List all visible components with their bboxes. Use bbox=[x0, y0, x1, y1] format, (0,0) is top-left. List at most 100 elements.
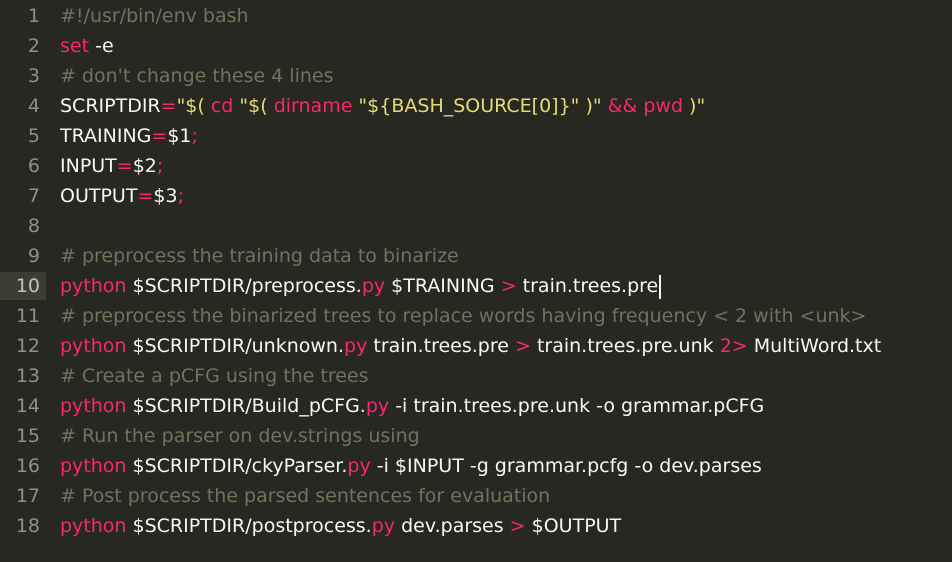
text-cursor bbox=[659, 274, 662, 299]
line-content[interactable]: TRAINING=$1; bbox=[60, 121, 198, 151]
line-number: 7 bbox=[27, 185, 40, 207]
token-comment: # don't change these 4 lines bbox=[60, 65, 334, 87]
token-comment: # Run the parser on dev.strings using bbox=[60, 425, 420, 447]
token-plain: $3 bbox=[153, 185, 178, 207]
token-plain: MultiWord.txt bbox=[747, 335, 882, 357]
code-editor[interactable]: 1 #!/usr/bin/env bash 2 set -e 3 # don't chan… bbox=[0, 0, 952, 562]
token-keyword: > bbox=[509, 515, 526, 537]
line-number: 4 bbox=[27, 95, 40, 117]
code-line[interactable]: 18 python $SCRIPTDIR/postprocess.py dev.p… bbox=[0, 511, 952, 541]
token-plain: TRAINING bbox=[60, 125, 152, 147]
token-plain: -e bbox=[89, 35, 114, 57]
code-line[interactable]: 14 python $SCRIPTDIR/Build_pCFG.py -i tra… bbox=[0, 391, 952, 421]
token-plain: $1 bbox=[167, 125, 192, 147]
token-plain: $SCRIPTDIR/postprocess. bbox=[126, 515, 372, 537]
code-line[interactable]: 13 # Create a pCFG using the trees bbox=[0, 361, 952, 391]
code-line[interactable]: 8 bbox=[0, 211, 952, 241]
token-plain: $SCRIPTDIR/ckyParser. bbox=[126, 455, 348, 477]
line-content[interactable]: # Run the parser on dev.strings using bbox=[60, 421, 420, 451]
line-number: 2 bbox=[27, 35, 40, 57]
token-plain: OUTPUT bbox=[60, 185, 138, 207]
line-number: 15 bbox=[15, 425, 40, 447]
line-content[interactable]: INPUT=$2; bbox=[60, 151, 163, 181]
line-content[interactable]: OUTPUT=$3; bbox=[60, 181, 184, 211]
token-keyword: python bbox=[60, 395, 127, 417]
line-content[interactable]: # Create a pCFG using the trees bbox=[60, 361, 369, 391]
token-plain: $2 bbox=[132, 155, 157, 177]
line-number: 3 bbox=[27, 65, 40, 87]
code-line[interactable]: 17 # Post process the parsed sentences fo… bbox=[0, 481, 952, 511]
token-keyword: dirname bbox=[273, 95, 353, 117]
token-keyword: > bbox=[514, 335, 531, 357]
code-line[interactable]: 16 python $SCRIPTDIR/ckyParser.py -i $INP… bbox=[0, 451, 952, 481]
token-keyword: ; bbox=[191, 125, 198, 147]
token-keyword: python bbox=[60, 335, 127, 357]
line-number: 13 bbox=[15, 365, 40, 387]
code-line[interactable]: 7 OUTPUT=$3; bbox=[0, 181, 952, 211]
token-plain: -i train.trees.pre.unk -o grammar.pCFG bbox=[389, 395, 765, 417]
code-line[interactable]: 1 #!/usr/bin/env bash bbox=[0, 1, 952, 31]
line-content[interactable]: SCRIPTDIR="$( cd "$( dirname "${BASH_SOU… bbox=[60, 91, 705, 121]
token-plain: $SCRIPTDIR/preprocess. bbox=[126, 275, 362, 297]
token-comment: # preprocess the binarized trees to repl… bbox=[60, 305, 867, 327]
token-plain: $OUTPUT bbox=[525, 515, 622, 537]
token-comment: # preprocess the training data to binari… bbox=[60, 245, 459, 267]
token-plain: $SCRIPTDIR/Build_pCFG. bbox=[126, 395, 366, 417]
token-plain: -i $INPUT -g grammar.pcfg -o dev.parses bbox=[370, 455, 762, 477]
token-plain: SCRIPTDIR bbox=[60, 95, 161, 117]
token-plain: train.trees.pre bbox=[516, 275, 659, 297]
line-content[interactable]: # Post process the parsed sentences for … bbox=[60, 481, 550, 511]
code-line[interactable]: 11 # preprocess the binarized trees to re… bbox=[0, 301, 952, 331]
code-line[interactable]: 4 SCRIPTDIR="$( cd "$( dirname "${BASH_SO… bbox=[0, 91, 952, 121]
code-line[interactable]: 10 python $SCRIPTDIR/preprocess.py $TRAIN… bbox=[0, 271, 952, 301]
token-comment: # Post process the parsed sentences for … bbox=[60, 485, 551, 507]
code-line[interactable]: 2 set -e bbox=[0, 31, 952, 61]
line-number: 1 bbox=[27, 5, 40, 27]
code-line[interactable]: 9 # preprocess the training data to binar… bbox=[0, 241, 952, 271]
token-comment: #!/usr/bin/env bash bbox=[60, 5, 249, 27]
line-number: 17 bbox=[15, 485, 40, 507]
token-keyword: && bbox=[607, 95, 638, 117]
token-keyword: py bbox=[347, 455, 371, 477]
token-keyword: set bbox=[60, 35, 90, 57]
token-plain: train.trees.pre.unk bbox=[530, 335, 720, 357]
line-content[interactable]: #!/usr/bin/env bash bbox=[60, 1, 249, 31]
line-content[interactable]: # preprocess the training data to binari… bbox=[60, 241, 459, 271]
token-comment: # Create a pCFG using the trees bbox=[60, 365, 369, 387]
token-keyword: cd bbox=[210, 95, 234, 117]
token-string: "$( bbox=[176, 95, 211, 117]
line-number: 16 bbox=[15, 455, 40, 477]
token-string: "${BASH_SOURCE[0]}" )" bbox=[352, 95, 608, 117]
code-line[interactable]: 12 python $SCRIPTDIR/unknown.py train.tre… bbox=[0, 331, 952, 361]
token-plain: dev.parses bbox=[395, 515, 510, 537]
code-line[interactable]: 5 TRAINING=$1; bbox=[0, 121, 952, 151]
token-keyword: py bbox=[361, 275, 386, 297]
line-content[interactable]: python $SCRIPTDIR/ckyParser.py -i $INPUT… bbox=[60, 451, 762, 481]
code-line[interactable]: 3 # don't change these 4 lines bbox=[0, 61, 952, 91]
token-keyword: = bbox=[160, 95, 177, 117]
line-content[interactable]: python $SCRIPTDIR/postprocess.py dev.par… bbox=[60, 511, 621, 541]
token-plain: $TRAINING bbox=[385, 275, 501, 297]
token-keyword: py bbox=[365, 395, 390, 417]
line-content[interactable]: # don't change these 4 lines bbox=[60, 61, 334, 91]
line-number: 10 bbox=[15, 275, 40, 297]
line-number: 18 bbox=[15, 515, 40, 537]
token-keyword: py bbox=[371, 515, 396, 537]
token-keyword: python bbox=[60, 515, 127, 537]
token-string: )" bbox=[683, 95, 706, 117]
line-number: 12 bbox=[15, 335, 40, 357]
line-content[interactable]: # preprocess the binarized trees to repl… bbox=[60, 301, 866, 331]
token-keyword: = bbox=[116, 155, 133, 177]
token-keyword: = bbox=[151, 125, 168, 147]
token-plain: train.trees.pre bbox=[367, 335, 515, 357]
token-keyword: ; bbox=[156, 155, 164, 177]
token-keyword: = bbox=[137, 185, 154, 207]
line-content[interactable]: set -e bbox=[60, 31, 114, 61]
token-keyword: python bbox=[60, 455, 127, 477]
line-number: 6 bbox=[27, 155, 40, 177]
line-content[interactable]: python $SCRIPTDIR/preprocess.py $TRAININ… bbox=[60, 271, 662, 301]
code-line[interactable]: 6 INPUT=$2; bbox=[0, 151, 952, 181]
line-content[interactable]: python $SCRIPTDIR/unknown.py train.trees… bbox=[60, 331, 881, 361]
line-content[interactable]: python $SCRIPTDIR/Build_pCFG.py -i train… bbox=[60, 391, 764, 421]
code-line[interactable]: 15 # Run the parser on dev.strings using bbox=[0, 421, 952, 451]
